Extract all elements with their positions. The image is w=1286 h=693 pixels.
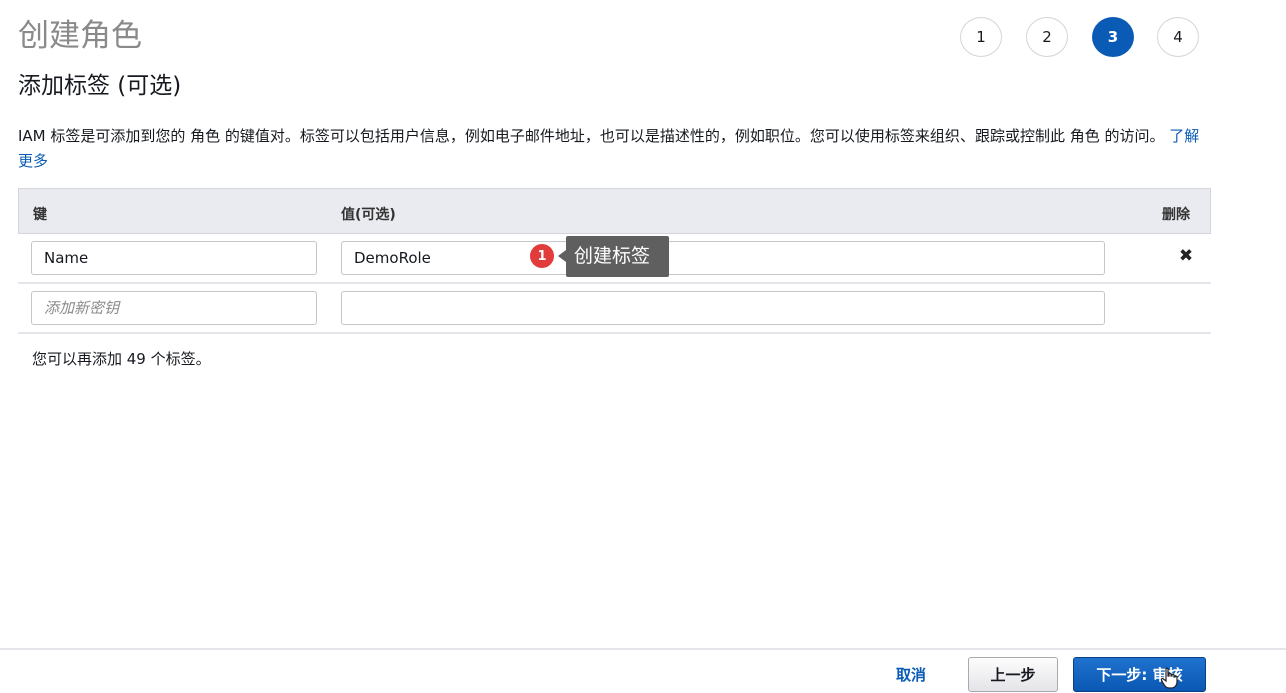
footer-divider [0,648,1286,650]
step-2[interactable]: 2 [1026,17,1068,57]
previous-button[interactable]: 上一步 [968,657,1058,692]
callout-arrow-icon [558,250,566,262]
header-value: 值(可选) [341,207,396,223]
callout-tooltip: 创建标签 [566,236,669,277]
cancel-button[interactable]: 取消 [896,664,926,685]
table-row-new [18,284,1211,334]
remove-tag-icon[interactable]: ✖ [1178,247,1194,265]
description-text: IAM 标签是可添加到您的 角色 的键值对。标签可以包括用户信息，例如电子邮件地… [18,127,1165,145]
header-key: 键 [33,207,47,223]
callout-badge: 1 [530,244,554,268]
section-description: IAM 标签是可添加到您的 角色 的键值对。标签可以包括用户信息，例如电子邮件地… [18,124,1208,174]
section-title: 添加标签 (可选) [18,73,182,99]
step-1[interactable]: 1 [960,17,1002,57]
tags-table-header: 键 值(可选) 删除 [18,188,1211,234]
header-remove: 删除 [1162,207,1190,223]
hand-cursor-icon [1160,667,1178,689]
next-review-button[interactable]: 下一步: 审核 [1073,657,1206,692]
tag-remaining-text: 您可以再添加 49 个标签。 [32,350,211,368]
tag-value-input[interactable] [341,241,1105,275]
new-value-input[interactable] [341,291,1105,325]
step-3-current: 3 [1092,17,1134,57]
step-4: 4 [1157,17,1199,57]
new-key-input[interactable] [31,291,317,325]
page-title: 创建角色 [18,18,142,54]
tag-key-input[interactable] [31,241,317,275]
